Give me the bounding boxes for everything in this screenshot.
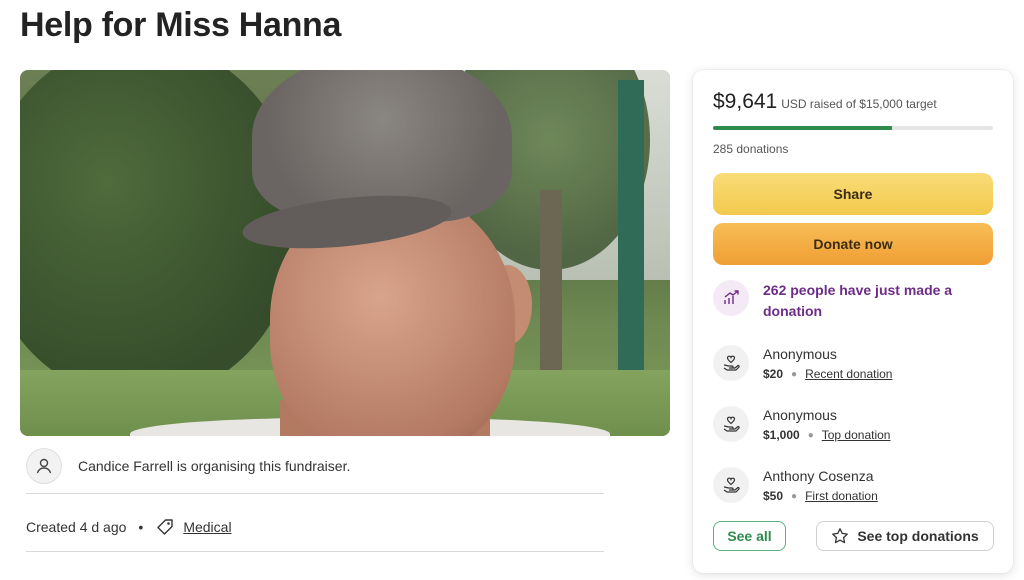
see-top-donations-button[interactable]: See top donations	[816, 521, 994, 551]
page-title: Help for Miss Hanna	[20, 6, 342, 44]
heart-hand-icon	[713, 467, 749, 503]
donor-amount: $20	[763, 367, 784, 381]
tag-icon	[155, 517, 175, 537]
donor-tag-link[interactable]: Top donation	[822, 428, 891, 442]
donor-tag-link[interactable]: First donation	[805, 489, 878, 503]
separator-dot: ●	[807, 429, 814, 441]
star-icon	[832, 528, 849, 544]
see-top-donations-label: See top donations	[857, 528, 979, 544]
donation-count: 285 donations	[713, 142, 789, 156]
donor-name: Anonymous	[763, 407, 837, 423]
donor-item: Anonymous $1,000 ● Top donation	[713, 406, 993, 442]
fundraiser-photo	[20, 70, 670, 436]
amount-value: $9,641	[713, 90, 778, 113]
activity-notice: 262 people have just made a donation	[713, 280, 993, 322]
amount-raised: $9,641 USD raised of $15,000 target	[713, 90, 937, 114]
donation-card: $9,641 USD raised of $15,000 target 285 …	[693, 70, 1013, 573]
donor-name: Anthony Cosenza	[763, 468, 874, 484]
donor-tag-link[interactable]: Recent donation	[805, 367, 892, 381]
user-icon	[26, 447, 62, 484]
donor-name: Anonymous	[763, 346, 837, 362]
donor-amount: $50	[763, 489, 784, 503]
heart-hand-icon	[713, 406, 749, 442]
see-all-button[interactable]: See all	[713, 521, 786, 551]
progress-fill	[713, 126, 893, 130]
donor-amount: $1,000	[763, 428, 800, 442]
amount-target: USD raised of $15,000 target	[781, 97, 937, 111]
organiser-text: Candice Farrell is organising this fundr…	[78, 457, 351, 474]
donate-now-button[interactable]: Donate now	[713, 223, 993, 265]
progress-bar	[713, 126, 993, 130]
donor-item: Anthony Cosenza $50 ● First donation	[713, 467, 993, 503]
separator-dot: •	[138, 518, 144, 535]
heart-hand-icon	[713, 345, 749, 381]
activity-text: 262 people have just made a donation	[763, 282, 953, 319]
separator-dot: ●	[791, 490, 798, 502]
category-link[interactable]: Medical	[183, 519, 231, 535]
organiser-row: Candice Farrell is organising this fundr…	[26, 444, 604, 494]
fundraiser-meta: Created 4 d ago • Medical	[26, 502, 604, 552]
donor-item: Anonymous $20 ● Recent donation	[713, 345, 993, 381]
created-date: Created 4 d ago	[26, 518, 127, 535]
separator-dot: ●	[791, 368, 798, 380]
share-button[interactable]: Share	[713, 173, 993, 215]
trending-up-icon	[713, 280, 749, 316]
